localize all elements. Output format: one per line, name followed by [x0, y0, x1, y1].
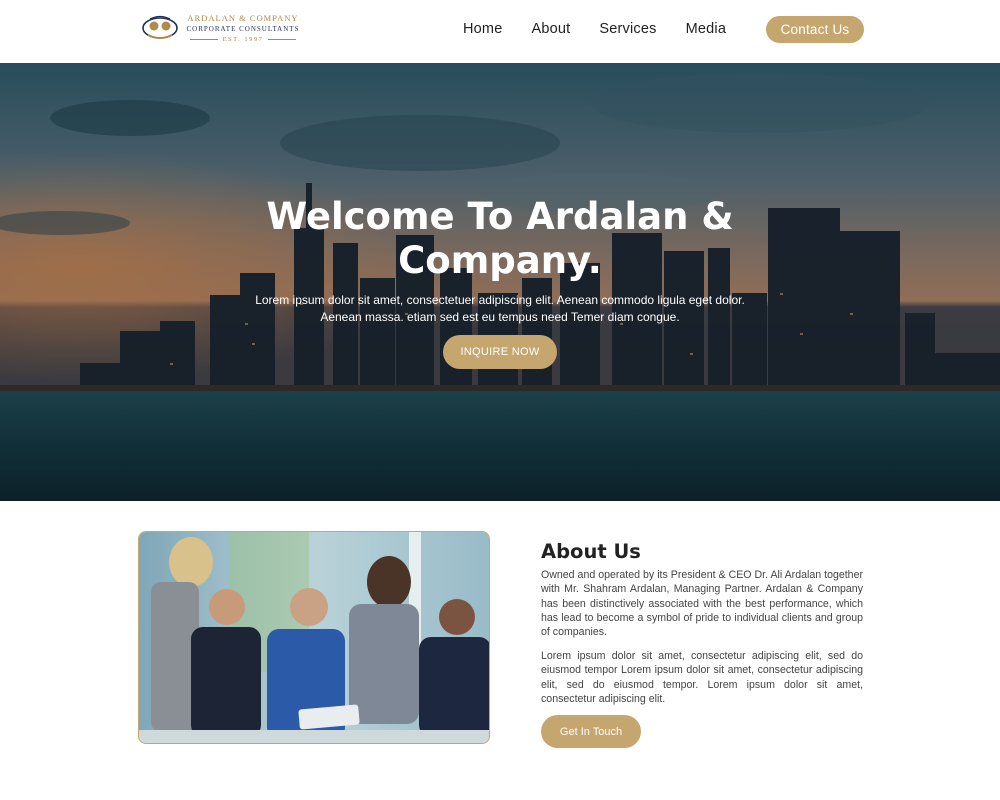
- inquire-now-button[interactable]: INQUIRE NOW: [443, 335, 557, 369]
- about-title: About Us: [541, 540, 641, 563]
- contact-us-button[interactable]: Contact Us: [766, 16, 864, 43]
- hero-description: Lorem ipsum dolor sit amet, consectetuer…: [255, 293, 745, 324]
- brand-established: EST. 1997: [222, 36, 264, 43]
- hero-title: Welcome To Ardalan & Company.: [0, 195, 1000, 283]
- get-in-touch-button[interactable]: Get In Touch: [541, 715, 641, 748]
- hero-section: Welcome To Ardalan & Company. Lorem ipsu…: [0, 63, 1000, 501]
- nav-item-about[interactable]: About: [531, 21, 570, 37]
- nav-item-home[interactable]: Home: [463, 21, 502, 37]
- hero-title-line2: Company.: [398, 239, 602, 282]
- nav-item-services[interactable]: Services: [599, 21, 656, 37]
- site-header: ARDALAN & COMPANY CORPORATE CONSULTANTS …: [0, 0, 1000, 62]
- logo-divider-right: [268, 39, 297, 40]
- hero-title-line1: Welcome To Ardalan &: [266, 195, 734, 238]
- brand-name: ARDALAN & COMPANY: [187, 13, 299, 23]
- brand-tagline: CORPORATE CONSULTANTS: [186, 25, 300, 33]
- main-nav: Home About Services Media: [463, 21, 755, 37]
- about-paragraph-2: Lorem ipsum dolor sit amet, consectetur …: [541, 650, 863, 705]
- logo-divider-left: [189, 39, 218, 40]
- about-paragraph-1: Owned and operated by its President & CE…: [541, 569, 863, 639]
- team-meeting-image: [138, 531, 490, 744]
- logo-emblem-icon: [142, 15, 178, 39]
- brand-logo[interactable]: ARDALAN & COMPANY CORPORATE CONSULTANTS …: [140, 8, 302, 48]
- nav-item-media[interactable]: Media: [686, 21, 727, 37]
